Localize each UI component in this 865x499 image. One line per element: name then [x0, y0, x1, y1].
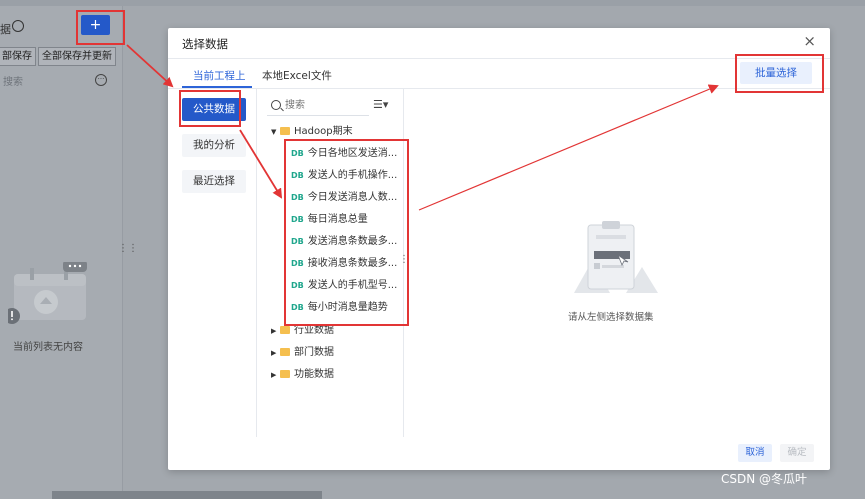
annotation-arrows: [126, 44, 719, 211]
watermark: CSDN @冬瓜叶: [721, 472, 808, 486]
arrow-to-public-data: [126, 44, 174, 88]
arrow-to-batch-select: [418, 84, 719, 211]
arrow-to-datasets: [239, 129, 283, 199]
